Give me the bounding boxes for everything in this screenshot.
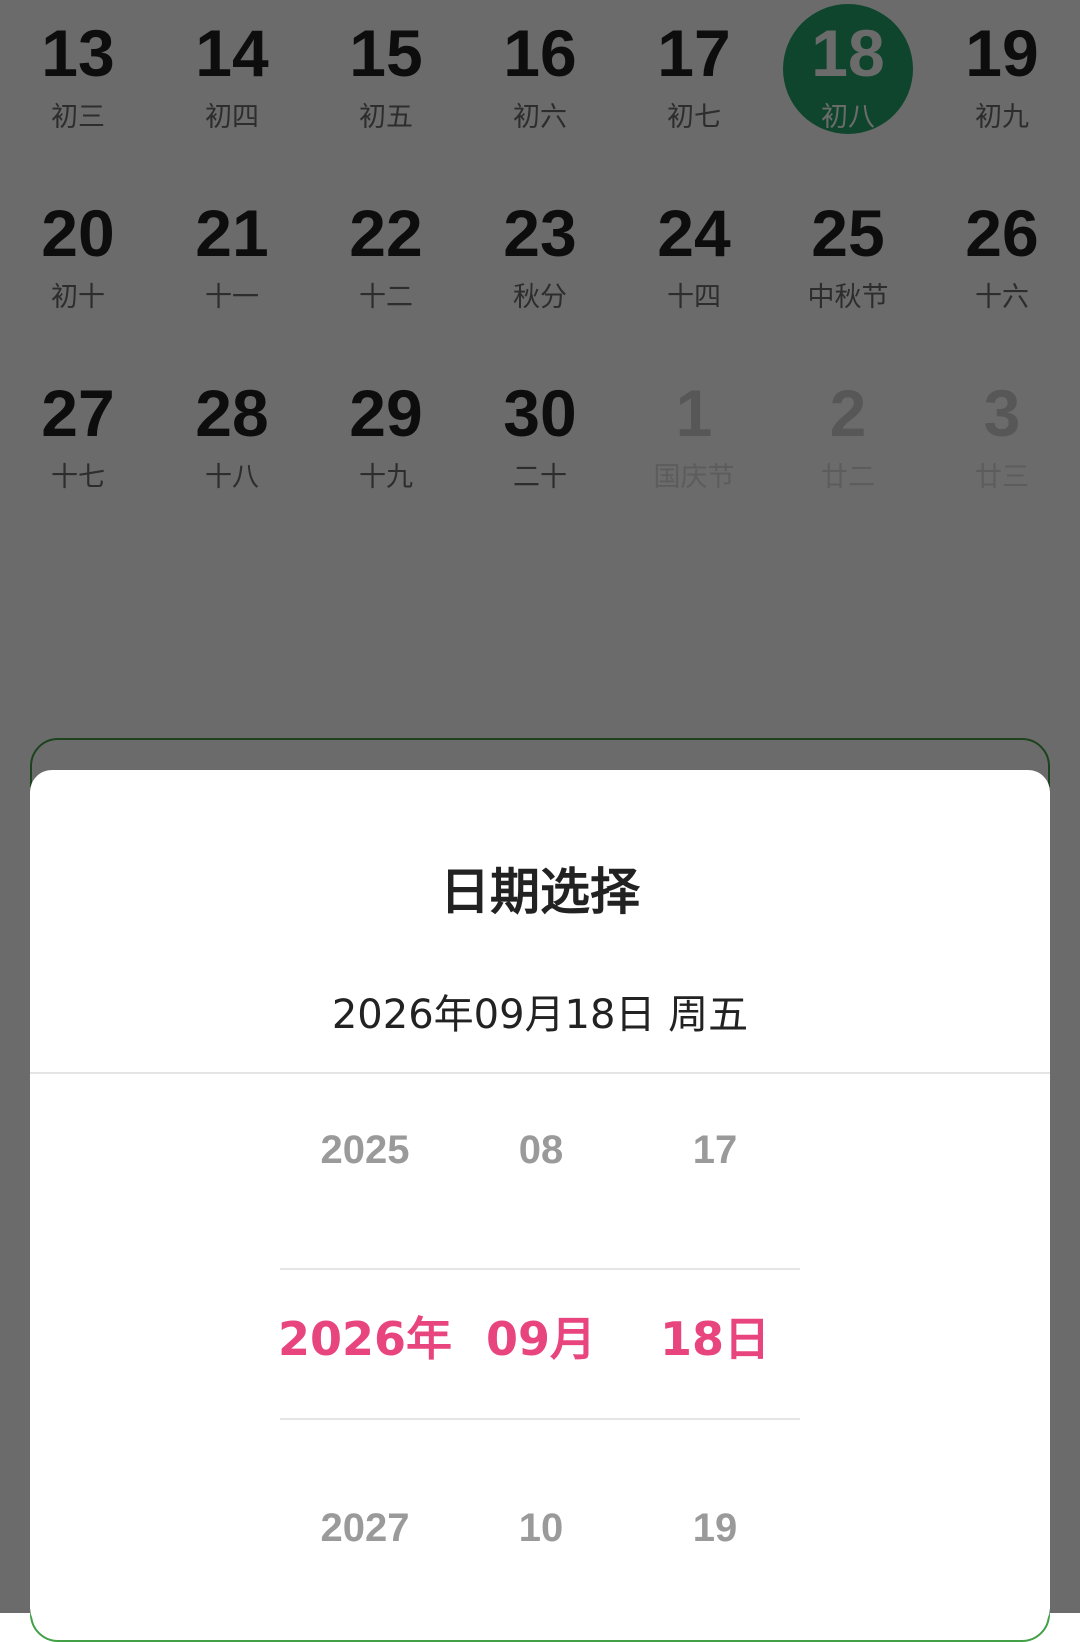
wheel-selection-line-bottom <box>280 1418 800 1420</box>
day-option-selected[interactable]: 18日 <box>615 1316 815 1362</box>
picker-title: 日期选择 <box>440 863 640 921</box>
month-option-prev[interactable]: 08 <box>441 1130 641 1170</box>
picker-current-date: 2026年09月18日 周五 <box>331 992 749 1038</box>
month-option-selected[interactable]: 09月 <box>441 1316 641 1362</box>
day-option-prev[interactable]: 17 <box>615 1130 815 1170</box>
month-option-next[interactable]: 10 <box>441 1508 641 1548</box>
year-option-prev[interactable]: 2025 <box>265 1130 465 1170</box>
wheel-selection-line-top <box>280 1268 800 1270</box>
date-picker-sheet: 日期选择 2026年09月18日 周五 2025 2026年 2027 08 0… <box>30 770 1050 1630</box>
day-option-next[interactable]: 19 <box>615 1508 815 1548</box>
picker-divider <box>30 1072 1050 1074</box>
year-option-next[interactable]: 2027 <box>265 1508 465 1548</box>
year-option-selected[interactable]: 2026年 <box>265 1316 465 1362</box>
